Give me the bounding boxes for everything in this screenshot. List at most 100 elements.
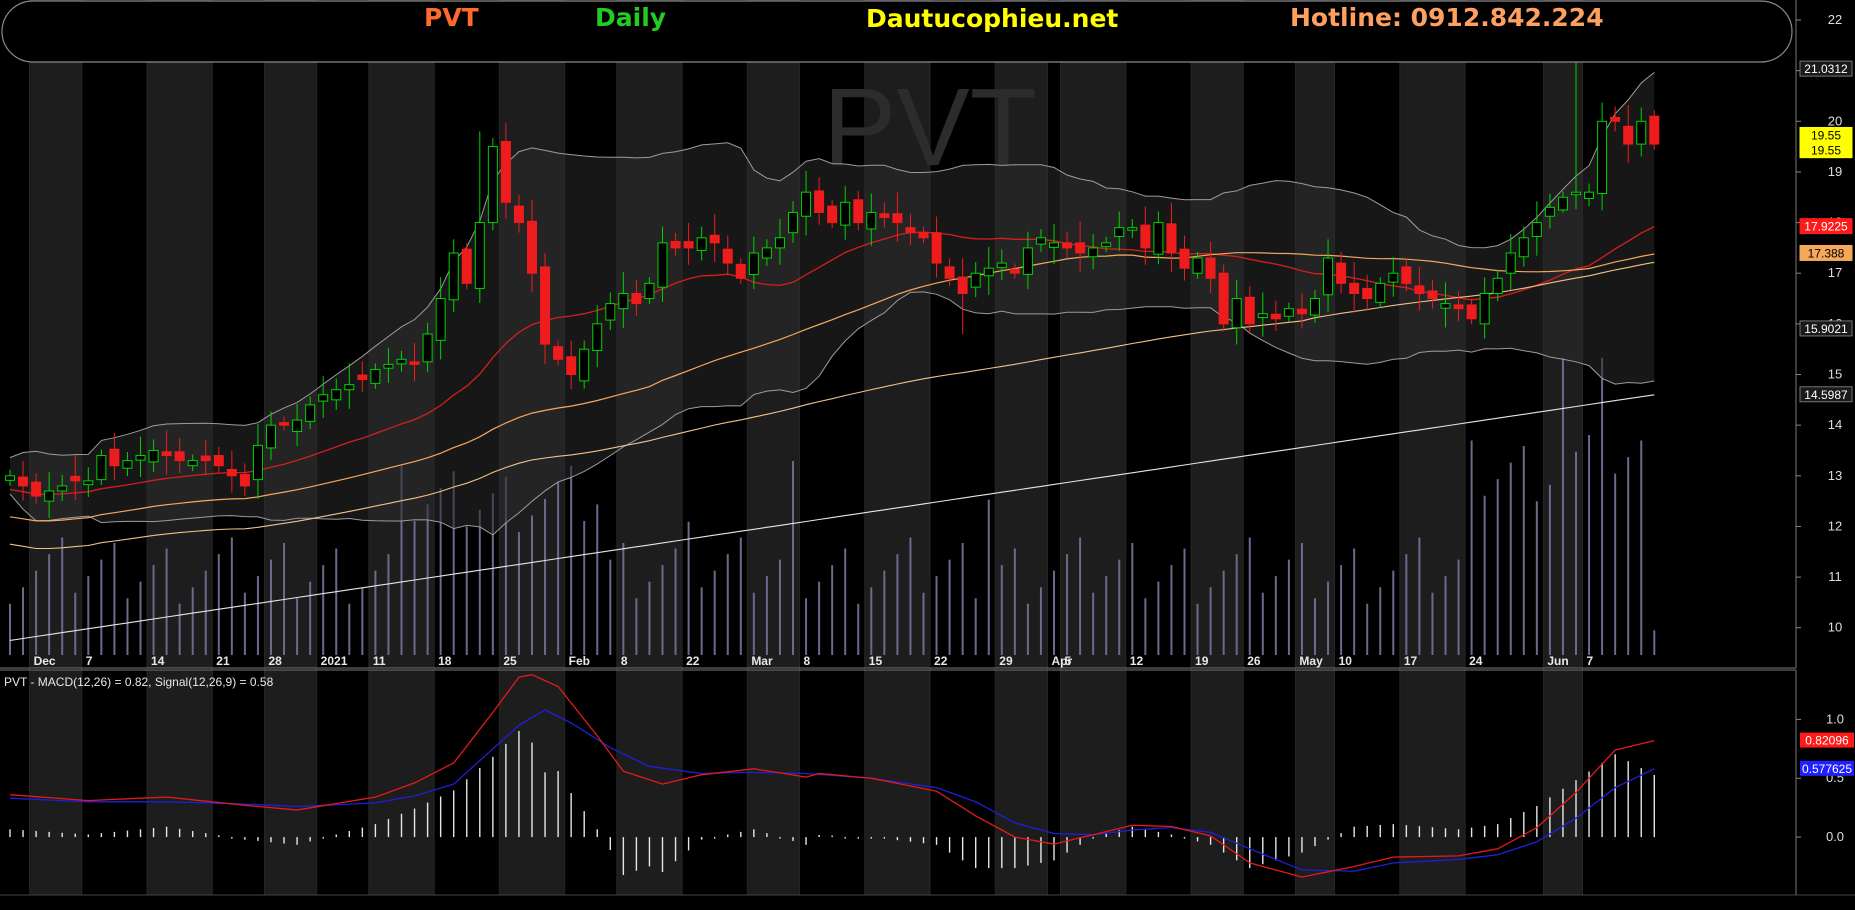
candle-up	[1283, 308, 1294, 317]
candle-up	[331, 389, 342, 401]
candle-down	[540, 266, 551, 345]
candle-up	[448, 252, 459, 301]
macd-axis-label: 1.0	[1826, 711, 1844, 726]
candle-up	[252, 444, 263, 481]
candle-down	[174, 451, 185, 462]
date-stripe	[1060, 0, 1126, 668]
candle-down	[631, 292, 642, 305]
candle-up	[1101, 242, 1112, 248]
date-axis-label: 26	[1247, 654, 1261, 668]
candle-up	[657, 242, 668, 288]
macd-panel-title: PVT - MACD(12,26) = 0.82, Signal(12,26,9…	[4, 675, 274, 689]
candle-up	[1636, 120, 1647, 145]
macd-date-stripe	[1060, 670, 1126, 895]
date-axis-label: 11	[373, 654, 386, 668]
candle-up	[318, 394, 329, 402]
candle-down	[957, 276, 968, 294]
candle-down	[853, 199, 864, 224]
candle-up	[579, 348, 590, 382]
candle-up	[1022, 247, 1033, 275]
date-axis-label: Feb	[569, 654, 590, 668]
date-axis-label: 21	[216, 654, 230, 668]
price-axis-label: 20	[1828, 113, 1842, 128]
candle-down	[722, 248, 733, 264]
candle-up	[57, 485, 68, 492]
price-tag-label: 17.388	[1808, 246, 1845, 260]
date-axis-label: Dec	[34, 654, 56, 668]
candle-down	[1270, 313, 1281, 320]
candle-down	[31, 481, 42, 497]
candle-up	[1127, 227, 1138, 231]
candle-down	[1336, 262, 1347, 284]
candle-up	[122, 460, 133, 469]
candle-down	[1349, 282, 1360, 294]
date-axis-label: 17	[1404, 654, 1418, 668]
candle-up	[1310, 298, 1320, 316]
candle-down	[683, 241, 694, 249]
candle-down	[409, 361, 420, 365]
candle-down	[827, 205, 838, 224]
date-axis-label: Jun	[1547, 654, 1568, 668]
candle-up	[1153, 222, 1164, 255]
candle-up	[1440, 303, 1451, 309]
macd-date-stripe	[1295, 670, 1335, 895]
date-axis-label: May	[1299, 654, 1323, 668]
date-axis-label: 24	[1469, 654, 1483, 668]
macd-date-stripe	[995, 670, 1048, 895]
candle-up	[644, 282, 655, 300]
candle-down	[461, 248, 472, 284]
price-axis-label: 17	[1828, 265, 1842, 280]
candle-down	[944, 266, 955, 279]
date-axis-label: 7	[1587, 654, 1594, 668]
price-tag-label: 19.55	[1811, 128, 1841, 142]
candle-up	[983, 267, 994, 277]
price-axis-label: 10	[1828, 620, 1842, 635]
price-axis-label: 22	[1828, 12, 1842, 27]
candle-down	[1414, 285, 1425, 294]
candle-down	[1362, 287, 1373, 300]
candle-up	[592, 323, 603, 351]
candle-down	[70, 475, 81, 482]
candle-down	[1009, 268, 1020, 274]
candle-down	[213, 455, 224, 467]
macd-date-stripe	[1191, 670, 1244, 895]
candle-up	[1035, 237, 1046, 245]
candle-up	[383, 363, 394, 369]
candle-down	[879, 213, 890, 219]
macd-date-stripe	[368, 670, 435, 895]
candle-down	[1140, 224, 1151, 249]
candle-up	[435, 298, 446, 341]
date-axis-label: 2021	[321, 654, 348, 668]
date-axis-label: 29	[999, 654, 1013, 668]
candle-down	[709, 234, 720, 244]
candle-up	[1049, 242, 1059, 248]
macd-tag-label: 0.82096	[1805, 734, 1849, 748]
candle-down	[1075, 242, 1086, 254]
candle-down	[279, 422, 290, 426]
candle-up	[761, 247, 772, 259]
candle-up	[801, 191, 812, 217]
candle-down	[1427, 290, 1438, 300]
candle-up	[1584, 191, 1595, 200]
candle-down	[357, 374, 368, 381]
candle-down	[931, 232, 942, 264]
candle-down	[735, 263, 746, 279]
date-axis-label: Mar	[751, 654, 773, 668]
candle-up	[970, 272, 981, 288]
candle-up	[1518, 237, 1529, 258]
candle-up	[1323, 257, 1334, 296]
date-axis-label: 14	[151, 654, 165, 668]
price-axis-label: 15	[1828, 367, 1842, 382]
price-tag-label: 19.55	[1811, 144, 1841, 158]
macd-axis-label: 0.0	[1826, 829, 1844, 844]
price-tag-label: 14.5987	[1804, 388, 1848, 402]
price-tag-label: 17.9225	[1804, 220, 1848, 234]
candle-up	[1088, 247, 1099, 258]
candle-down	[239, 474, 250, 487]
candle-down	[500, 141, 511, 203]
candle-up	[1231, 298, 1242, 329]
date-axis-label: 12	[1130, 654, 1144, 668]
candle-down	[1062, 242, 1073, 249]
candle-up	[396, 358, 407, 365]
candle-up	[292, 419, 303, 432]
